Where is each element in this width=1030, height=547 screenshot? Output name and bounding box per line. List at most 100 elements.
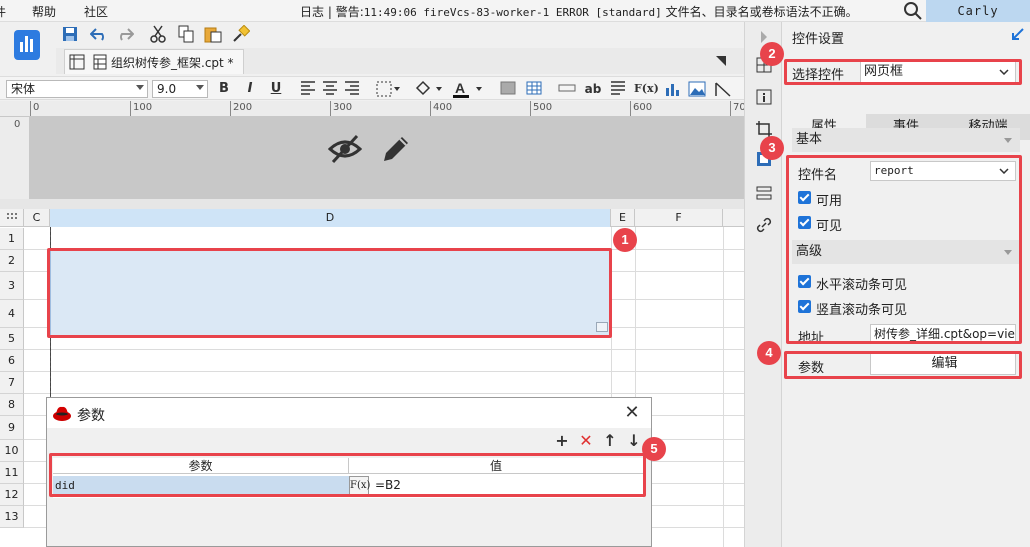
param-value-cell[interactable]: F(x) =B2 (349, 476, 643, 495)
row-header[interactable]: 13 (0, 506, 24, 528)
select-widget-value: 网页框 (864, 64, 904, 79)
paste-icon[interactable] (204, 25, 222, 43)
section-advanced[interactable]: 高级 (792, 240, 1020, 264)
merge-cells-icon[interactable] (500, 81, 516, 95)
url-value: 树传参_详细.cpt&op=view (874, 327, 1016, 341)
visible-checkbox[interactable] (798, 216, 811, 229)
border-icon[interactable] (376, 81, 400, 97)
edit-pencil-icon[interactable] (380, 133, 412, 165)
url-label: 地址 (798, 331, 825, 346)
column-header-f[interactable]: F (635, 209, 723, 227)
image-icon[interactable] (688, 80, 706, 98)
badge-2: 2 (760, 42, 784, 66)
url-input[interactable]: 树传参_详细.cpt&op=view (870, 324, 1016, 344)
menu-item-partial[interactable]: 件 (0, 3, 6, 20)
section-basic[interactable]: 基本 (792, 128, 1020, 152)
collapse-icon[interactable] (1012, 28, 1024, 40)
row-header[interactable]: 8 (0, 394, 24, 416)
copy-icon[interactable] (178, 25, 194, 43)
align-right-icon[interactable] (344, 81, 360, 95)
menu-help[interactable]: 帮助 (32, 3, 56, 20)
chart-icon[interactable] (664, 80, 682, 98)
row-header[interactable]: 2 (0, 250, 24, 272)
undo-icon[interactable] (90, 26, 108, 42)
redo-icon[interactable] (116, 26, 134, 42)
web-frame-widget[interactable] (50, 250, 610, 336)
widget-name-input[interactable]: report (870, 161, 1016, 181)
slash-icon[interactable] (714, 80, 732, 98)
param-label: 参数 (798, 361, 825, 376)
format-painter-icon[interactable] (232, 25, 250, 43)
italic-button[interactable]: I (242, 80, 258, 98)
row-header[interactable]: 1 (0, 228, 24, 250)
ruler-tick: 600 (630, 101, 652, 116)
grid-icon[interactable] (69, 54, 85, 70)
search-icon[interactable] (903, 1, 923, 21)
column-value-header: 值 (349, 458, 643, 474)
hyperlink-icon[interactable] (755, 216, 773, 234)
hscroll-checkbox[interactable] (798, 275, 811, 288)
visible-label: 可见 (816, 219, 843, 234)
info-icon[interactable] (755, 88, 773, 106)
vertical-ruler: 0 (0, 117, 30, 199)
font-size-value: 9.0 (157, 82, 177, 96)
row-header[interactable]: 3 (0, 272, 24, 300)
select-all-corner[interactable] (0, 209, 24, 227)
close-icon[interactable]: ✕ (623, 404, 641, 422)
ruler-tick: 200 (230, 101, 252, 116)
row-header[interactable]: 6 (0, 350, 24, 372)
edit-params-button[interactable]: 编辑 (870, 353, 1016, 375)
widget-corner-icon (596, 322, 608, 332)
log-status[interactable]: 日志 | 警告:11:49:06 fireVcs-83-worker-1 ERR… (300, 3, 858, 20)
lines-icon[interactable] (610, 81, 626, 95)
underline-button[interactable]: U (268, 80, 284, 98)
ruler-corner (0, 101, 30, 117)
font-size-select[interactable]: 9.0 (152, 80, 208, 98)
font-family-value: 宋体 (11, 82, 36, 96)
delete-icon[interactable]: ✕ (577, 432, 595, 450)
fill-color-icon[interactable] (414, 80, 444, 98)
textbox-icon[interactable] (558, 82, 576, 94)
hide-eye-icon[interactable] (328, 133, 362, 165)
add-icon[interactable]: + (553, 432, 571, 450)
row-header[interactable]: 11 (0, 462, 24, 484)
font-family-select[interactable]: 宋体 (6, 80, 148, 98)
tab-report[interactable]: 组织树传参_框架.cpt * (64, 49, 244, 74)
formula-icon[interactable]: F(x) (349, 476, 370, 495)
align-center-icon[interactable] (322, 81, 338, 95)
text-button[interactable]: ab (584, 80, 602, 98)
row-header[interactable]: 5 (0, 328, 24, 350)
vscroll-checkbox[interactable] (798, 300, 811, 313)
cut-icon[interactable] (150, 25, 166, 43)
section-advanced-label: 高级 (796, 244, 823, 259)
row-line (24, 349, 744, 350)
font-color-icon[interactable]: A (452, 80, 484, 98)
condition-icon[interactable] (755, 184, 773, 202)
row-header[interactable]: 9 (0, 416, 24, 440)
row-header[interactable]: 7 (0, 372, 24, 394)
save-icon[interactable] (62, 26, 78, 42)
menu-community[interactable]: 社区 (84, 3, 108, 20)
select-widget-dropdown[interactable]: 网页框 (860, 61, 1016, 83)
formula-button[interactable]: F(x) (634, 80, 659, 98)
move-up-icon[interactable]: ↑ (601, 432, 619, 450)
param-name-cell[interactable]: did (53, 476, 349, 495)
move-down-icon[interactable]: ↓ (625, 432, 643, 450)
panel-title: 控件设置 (792, 32, 845, 47)
column-header-e[interactable]: E (611, 209, 635, 227)
user-account[interactable]: Carly (926, 0, 1030, 22)
column-header-d[interactable]: D (50, 209, 611, 227)
tab-list-icon[interactable] (716, 56, 728, 66)
align-left-icon[interactable] (300, 81, 316, 95)
table-icon[interactable] (526, 81, 542, 95)
row-header[interactable]: 10 (0, 440, 24, 462)
enabled-checkbox[interactable] (798, 191, 811, 204)
badge-1: 1 (613, 228, 637, 252)
column-header-c[interactable]: C (24, 209, 50, 227)
tab-title: 组织树传参_框架.cpt * (111, 56, 234, 70)
dialog-titlebar: 参数 ✕ (47, 398, 651, 428)
vscroll-label: 竖直滚动条可见 (816, 303, 908, 318)
row-header[interactable]: 12 (0, 484, 24, 506)
bold-button[interactable]: B (216, 80, 232, 98)
row-header[interactable]: 4 (0, 300, 24, 328)
